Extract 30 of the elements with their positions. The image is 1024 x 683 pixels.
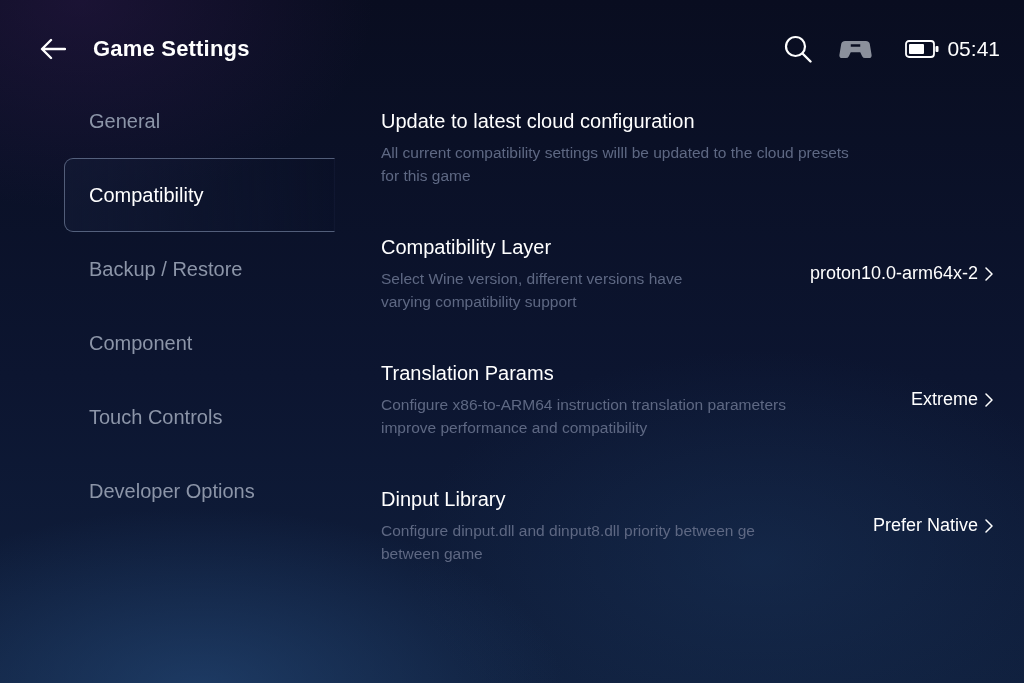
sidebar-item[interactable]: Compatibility xyxy=(64,158,335,232)
sidebar-item[interactable]: General xyxy=(64,84,335,158)
search-icon[interactable] xyxy=(784,35,813,63)
chevron-right-icon xyxy=(985,392,993,407)
battery-icon xyxy=(905,40,940,58)
setting-description: for this game xyxy=(381,166,472,186)
value-selector[interactable]: Prefer Native xyxy=(872,515,993,536)
setting-title: Compatibility Layer xyxy=(381,235,553,260)
sidebar-item[interactable]: Backup / Restore xyxy=(64,232,335,306)
setting-description: between game xyxy=(381,544,484,564)
gamepad-icon[interactable] xyxy=(839,39,873,59)
chevron-right-icon xyxy=(985,266,993,281)
setting-title: Dinput Library xyxy=(381,487,507,512)
setting-description: Select Wine version, different versions have xyxy=(381,269,684,289)
value-selector[interactable]: Extreme xyxy=(910,389,993,410)
sidebar-item[interactable]: Developer Options xyxy=(64,454,335,528)
sidebar-item[interactable]: Component xyxy=(64,306,335,380)
setting-description: varying compatibility support xyxy=(381,292,578,312)
value-selector[interactable]: proton10.0-arm64x-2 xyxy=(809,263,993,284)
page-title: Game Settings xyxy=(93,36,250,62)
back-icon[interactable] xyxy=(40,38,66,60)
setting-description: improve performance and compatibility xyxy=(381,418,649,438)
setting-title: Translation Params xyxy=(381,361,555,386)
setting-description: Configure dinput.dll and dinput8.dll priority between ge xyxy=(381,521,756,541)
setting-description: Configure x86-to-ARM64 instruction translation parameters xyxy=(381,395,787,415)
clock-time: 05:41 xyxy=(947,37,1000,61)
chevron-right-icon xyxy=(985,518,993,533)
setting-description: All current compatibility settings willl be updated to the cloud presets xyxy=(381,143,850,163)
setting-title: Update to latest cloud configuration xyxy=(381,109,696,134)
sidebar-item[interactable]: Touch Controls xyxy=(64,380,335,454)
